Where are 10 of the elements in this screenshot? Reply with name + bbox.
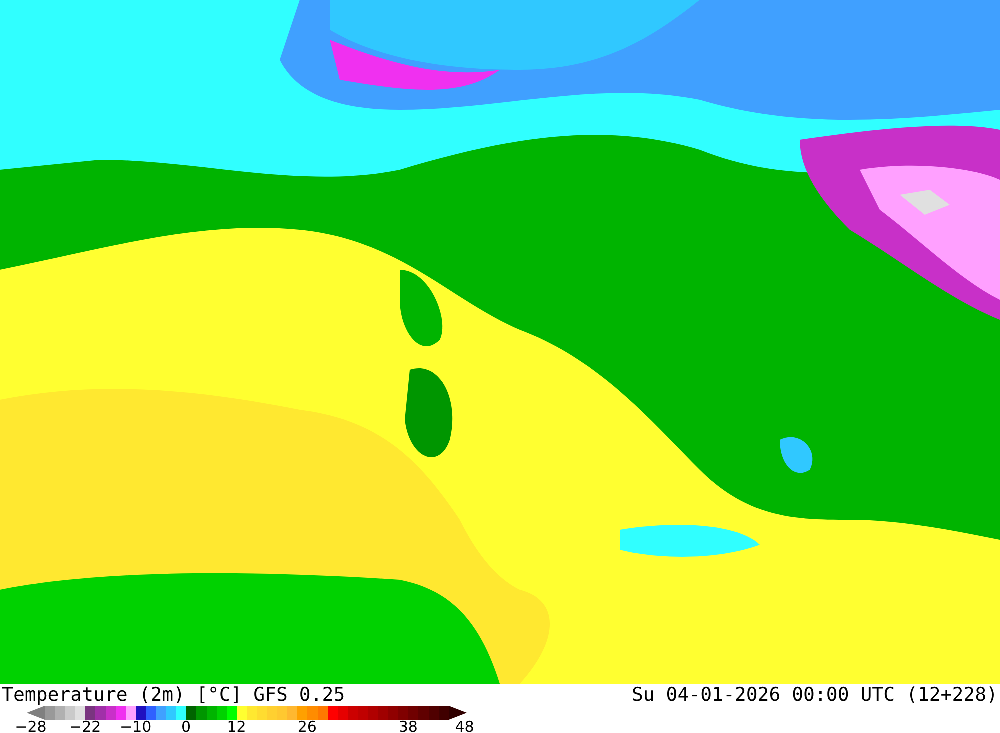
scale-label: 26 [298, 720, 317, 733]
map-title: Temperature (2m) [°C] GFS 0.25 [2, 684, 346, 706]
valid-time: Su 04-01-2026 00:00 UTC (12+228) [632, 684, 998, 706]
scale-label: 0 [182, 720, 192, 733]
scale-label: −10 [120, 720, 152, 733]
scale-label: −22 [70, 720, 102, 733]
scale-label: 38 [398, 720, 418, 733]
scale-label: 48 [455, 720, 474, 733]
scale-label: −28 [15, 720, 47, 733]
scale-label: 12 [227, 720, 246, 733]
